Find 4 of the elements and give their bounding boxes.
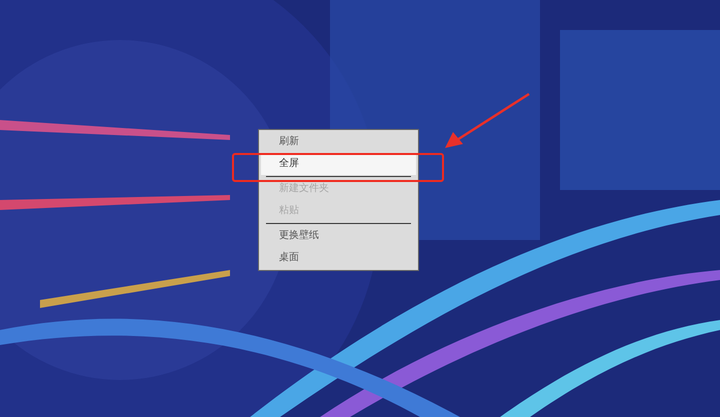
menu-item[interactable]: 桌面: [261, 247, 416, 269]
menu-item[interactable]: 刷新: [261, 131, 416, 153]
menu-item[interactable]: 更换壁纸: [261, 225, 416, 247]
menu-item[interactable]: 全屏: [261, 153, 416, 175]
